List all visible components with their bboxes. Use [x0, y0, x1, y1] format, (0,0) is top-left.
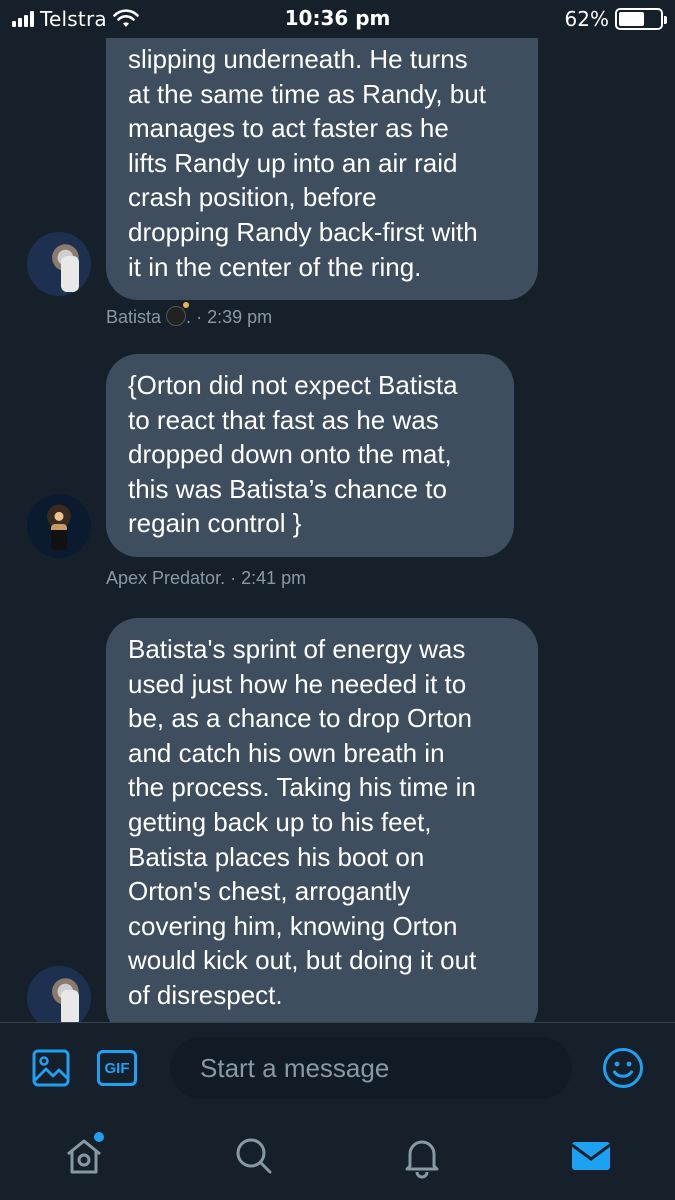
- message-thread[interactable]: slipping underneath. He turns at the sam…: [0, 38, 675, 1022]
- gif-icon[interactable]: GIF: [97, 1050, 137, 1086]
- search-icon: [236, 1138, 272, 1174]
- message-meta: Apex Predator. · 2:41 pm: [106, 568, 306, 589]
- tab-search[interactable]: [230, 1132, 278, 1180]
- tab-home[interactable]: [60, 1132, 108, 1180]
- avatar-batista[interactable]: [27, 232, 91, 296]
- bottom-tab-bar: [0, 1118, 675, 1200]
- message-bubble[interactable]: {Orton did not expect Batista to react t…: [106, 354, 514, 557]
- message-timestamp: · 2:39 pm: [196, 307, 273, 327]
- sender-name: Batista: [106, 307, 162, 327]
- image-icon[interactable]: [32, 1049, 70, 1087]
- status-bar: Telstra 10:36 pm 62%: [0, 0, 675, 38]
- battery-icon: [615, 8, 667, 30]
- battery-percent: 62%: [564, 7, 609, 31]
- emoji-icon[interactable]: [602, 1047, 644, 1089]
- message-meta: Batista . · 2:39 pm: [106, 302, 273, 328]
- status-right: 62%: [564, 7, 667, 31]
- message-composer: GIF: [0, 1022, 675, 1118]
- battery-level: [619, 12, 644, 26]
- sender-suffix: .: [186, 307, 192, 327]
- bomb-emoji-icon: [166, 302, 190, 326]
- message-input[interactable]: [170, 1037, 572, 1099]
- new-activity-dot: [94, 1132, 104, 1142]
- bell-icon: [405, 1140, 439, 1179]
- avatar-apex-predator[interactable]: [27, 494, 91, 558]
- envelope-icon: [571, 1142, 611, 1170]
- avatar-batista[interactable]: [27, 966, 91, 1022]
- tab-notifications[interactable]: [398, 1132, 446, 1180]
- message-bubble[interactable]: slipping underneath. He turns at the sam…: [106, 38, 538, 301]
- message-timestamp: · 2:41 pm: [230, 568, 307, 588]
- sender-name: Apex Predator.: [106, 568, 226, 588]
- tab-messages[interactable]: [567, 1132, 615, 1180]
- message-bubble[interactable]: Batista's sprint of energy was used just…: [106, 618, 538, 1022]
